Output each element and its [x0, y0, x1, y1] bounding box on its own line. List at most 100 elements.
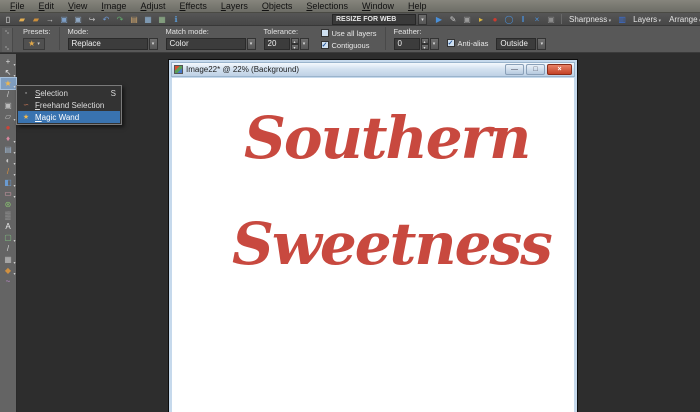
crop-tool[interactable]: ▣ — [1, 100, 16, 111]
menu-layers[interactable]: Layers — [214, 0, 255, 12]
lighten-darken-tool[interactable]: ◐ — [1, 155, 16, 167]
match-mode-label: Match mode: — [165, 27, 209, 36]
dropper-tool[interactable]: / — [1, 89, 16, 100]
capture-icon[interactable]: ▦ — [142, 14, 154, 25]
feather-spinner[interactable]: ▴ ▾ — [420, 37, 429, 50]
menu-selections[interactable]: Selections — [299, 0, 355, 12]
import-icon[interactable]: → — [44, 14, 56, 25]
match-mode-group: Match mode: Color ▾ — [165, 27, 256, 50]
save-icon[interactable]: ▣ — [58, 14, 70, 25]
picture-tube-tool[interactable]: ⊛ — [1, 199, 16, 210]
minimize-button[interactable]: — — [505, 64, 524, 75]
close-button[interactable]: × — [547, 64, 572, 75]
tolerance-input[interactable]: 20 — [263, 37, 290, 50]
maximize-button[interactable]: □ — [526, 64, 545, 75]
layers-menu[interactable]: Layers — [630, 15, 664, 24]
layers-palette-icon[interactable]: ▥ — [616, 14, 628, 25]
menu-objects[interactable]: Objects — [255, 0, 300, 12]
redo-icon[interactable]: ↷ — [114, 14, 126, 25]
clone-brush-tool[interactable]: ▤ — [1, 144, 15, 156]
cancel-script-icon[interactable]: × — [531, 14, 543, 25]
undo-icon[interactable]: ↶ — [100, 14, 112, 25]
feather-input[interactable]: 0 — [393, 37, 420, 50]
feather-group: Feather: 0 ▴ ▾ ▾ — [384, 27, 439, 50]
flyout-item-magic-wand[interactable]: ★ Magic Wand — [18, 111, 120, 123]
contiguous-label: Contiguous — [331, 40, 370, 50]
antialias-mode-arrow-icon[interactable]: ▾ — [537, 37, 547, 50]
menu-window[interactable]: Window — [355, 0, 401, 12]
magic-wand-icon: ★ — [22, 114, 30, 121]
menu-view[interactable]: View — [61, 0, 94, 12]
use-all-layers-checkbox[interactable] — [320, 29, 329, 37]
menu-file[interactable]: File — [3, 0, 32, 12]
pen-tool[interactable]: / — [1, 243, 16, 254]
eraser-tool[interactable]: ▭ — [1, 188, 15, 200]
canvas-text-line1: Southern — [244, 104, 531, 172]
preset-arrow-icon: ▾ — [37, 40, 40, 47]
tolerance-slider-arrow-icon[interactable]: ▾ — [299, 37, 309, 50]
browse-folder-icon[interactable]: ▰ — [30, 14, 42, 25]
open-folder-icon[interactable]: ▰ — [16, 14, 28, 25]
mode-select[interactable]: Replace — [67, 37, 148, 50]
magic-wand-tool[interactable]: ★ — [0, 77, 17, 90]
edit-script-icon[interactable]: ✎ — [447, 14, 459, 25]
match-mode-select-arrow-icon[interactable]: ▾ — [246, 37, 256, 50]
makeover-tool[interactable]: ♦ — [1, 133, 16, 145]
presets-dropdown[interactable]: ★ ▾ — [23, 37, 45, 50]
tools-toolbar: + ↖ ★ / ▣ ▱ ● — [0, 54, 17, 412]
flood-fill-tool[interactable]: ◆ — [1, 265, 16, 277]
antialias-checkbox[interactable]: ✓ — [446, 39, 455, 47]
share-icon[interactable]: ↪ — [86, 14, 98, 25]
info-icon[interactable]: ℹ — [170, 14, 182, 25]
pick-tool[interactable]: ↖ — [1, 67, 16, 79]
menu-adjust[interactable]: Adjust — [133, 0, 172, 12]
selection-rect-icon: ▫ — [24, 89, 28, 97]
menu-edit[interactable]: Edit — [32, 0, 62, 12]
stop-script-icon[interactable]: ◯ — [503, 14, 515, 25]
menu-help[interactable]: Help — [401, 0, 434, 12]
tolerance-spinner[interactable]: ▴ ▾ — [290, 37, 299, 50]
tolerance-group: Tolerance: 20 ▴ ▾ ▾ — [263, 27, 309, 50]
options-bar-grip[interactable] — [2, 28, 13, 52]
menu-effects[interactable]: Effects — [172, 0, 213, 12]
step-script-icon[interactable]: ▣ — [545, 14, 557, 25]
new-file-icon[interactable]: ▯ — [2, 14, 14, 25]
arrange-menu[interactable]: Arrange — [666, 15, 700, 24]
mesh-warp-tool[interactable]: ▦ — [1, 254, 15, 266]
mode-group: Mode: Replace ▾ — [58, 27, 158, 50]
antialias-mode-select[interactable]: Outside — [496, 37, 537, 50]
contiguous-checkbox[interactable]: ✓ — [320, 41, 329, 49]
run-selected-script-icon[interactable]: ▸ — [475, 14, 487, 25]
red-eye-tool[interactable]: ● — [1, 122, 16, 133]
sharpness-menu[interactable]: Sharpness — [566, 15, 614, 24]
preset-wand-icon: ★ — [28, 39, 36, 48]
pause-script-icon[interactable]: ‖ — [517, 14, 529, 25]
flyout-item-freehand-selection[interactable]: ∽ Freehand Selection — [18, 99, 120, 111]
image-canvas[interactable]: Southern Sweetness — [172, 78, 574, 412]
straighten-tool[interactable]: ▱ — [1, 111, 16, 123]
airbrush-tool[interactable]: ▒ — [1, 210, 16, 221]
tolerance-label: Tolerance: — [263, 27, 299, 36]
document-title-bar[interactable]: Image22* @ 22% (Background) — □ × — [171, 62, 575, 77]
record-script-icon[interactable]: ● — [489, 14, 501, 25]
paint-brush-tool[interactable]: / — [1, 166, 16, 178]
script-select[interactable]: RESIZE FOR WEB — [332, 13, 416, 25]
menu-image[interactable]: Image — [94, 0, 133, 12]
mode-select-arrow-icon[interactable]: ▾ — [148, 37, 158, 50]
save-as-icon[interactable]: ▣ — [72, 14, 84, 25]
scan-icon[interactable]: ▦ — [156, 14, 168, 25]
file-icon-group: ▯ ▰ ▰ → ▣ ▣ ↪ ↶ ↷ ▤ ▦ ▦ ℹ — [2, 14, 182, 25]
feather-slider-arrow-icon[interactable]: ▾ — [429, 37, 439, 50]
pan-tool[interactable]: + — [1, 56, 16, 68]
preset-shape-tool[interactable]: ▢ — [1, 232, 15, 244]
color-changer-tool[interactable]: ◧ — [1, 177, 15, 189]
save-script-icon[interactable]: ▣ — [461, 14, 473, 25]
run-script-icon[interactable]: ▶ — [433, 14, 445, 25]
window-controls: — □ × — [505, 64, 572, 75]
text-tool[interactable]: A — [1, 221, 16, 232]
match-mode-select[interactable]: Color — [165, 37, 246, 50]
script-select-arrow-icon[interactable]: ▾ — [418, 13, 427, 25]
flyout-item-selection[interactable]: ▫ Selection S — [18, 87, 120, 99]
warp-brush-tool[interactable]: ~ — [1, 276, 16, 287]
paste-icon[interactable]: ▤ — [128, 14, 140, 25]
